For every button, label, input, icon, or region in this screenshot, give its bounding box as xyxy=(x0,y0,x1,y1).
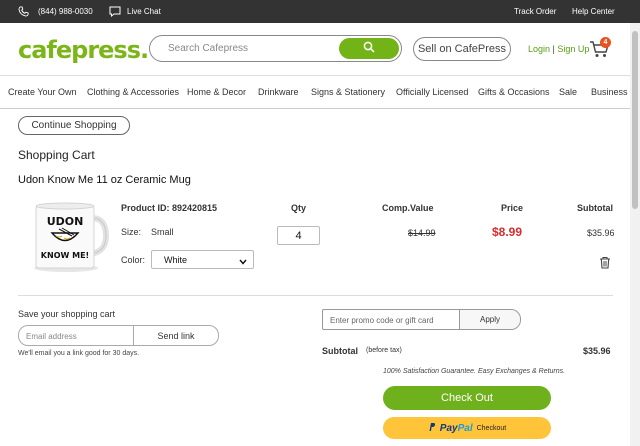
phone-number: (844) 988-0030 xyxy=(38,7,93,16)
item-price: $8.99 xyxy=(492,225,523,239)
link-separator: | xyxy=(552,44,555,54)
save-cart-note: We'll email you a link good for 30 days. xyxy=(18,350,140,357)
nav-item-gifts-occasions[interactable]: Gifts & Occasions xyxy=(478,87,550,97)
satisfaction-guarantee: 100% Satisfaction Guarantee. Easy Exchan… xyxy=(383,368,566,375)
live-chat-link[interactable]: Live Chat xyxy=(109,0,161,23)
color-select[interactable]: White xyxy=(151,250,254,269)
price-header: Price xyxy=(501,203,524,213)
cart-count-badge: 4 xyxy=(600,37,611,48)
subtotal-header: Subtotal xyxy=(577,203,613,213)
nav-item-sale[interactable]: Sale xyxy=(559,87,577,97)
page-scrollbar[interactable] xyxy=(630,23,640,446)
search-input[interactable]: Search Cafepress xyxy=(168,43,248,54)
mug-text-bottom: KNOW ME! xyxy=(41,251,89,260)
color-label: Color: xyxy=(121,255,146,265)
mug-text-top: UDON xyxy=(47,215,84,228)
comp-value: $14.99 xyxy=(408,228,436,238)
nav-item-clothing[interactable]: Clothing & Accessories xyxy=(87,87,179,97)
section-divider xyxy=(18,295,613,296)
size-value: Small xyxy=(151,227,174,237)
page-title: Shopping Cart xyxy=(18,148,95,162)
apply-promo-button[interactable]: Apply xyxy=(459,310,520,329)
phone-contact[interactable]: (844) 988-0030 xyxy=(18,0,93,23)
paypal-checkout-label: Checkout xyxy=(476,424,507,432)
continue-shopping-button[interactable]: Continue Shopping xyxy=(18,116,130,135)
paypal-checkout-button[interactable]: PayPal Checkout xyxy=(383,417,551,439)
nav-item-officially-licensed[interactable]: Officially Licensed xyxy=(396,87,468,97)
line-subtotal: $35.96 xyxy=(587,228,615,238)
live-chat-label: Live Chat xyxy=(127,7,161,16)
nav-item-signs-stationery[interactable]: Signs & Stationery xyxy=(311,87,385,97)
comp-value-header: Comp.Value xyxy=(382,203,434,213)
phone-icon xyxy=(18,6,29,17)
before-tax-label: (before tax) xyxy=(366,347,402,354)
help-center-link[interactable]: Help Center xyxy=(572,0,615,23)
top-bar: (844) 988-0030 Live Chat Track Order Hel… xyxy=(0,0,640,23)
chevron-down-icon xyxy=(239,257,247,267)
email-input[interactable]: Email address xyxy=(26,332,77,341)
product-id: Product ID: 892420815 xyxy=(121,203,218,213)
paypal-pay-text: Pay xyxy=(439,422,458,434)
trash-icon[interactable] xyxy=(599,256,611,274)
account-links: Login | Sign Up xyxy=(528,44,589,54)
search-button[interactable] xyxy=(339,38,399,59)
login-link[interactable]: Login xyxy=(528,44,550,54)
product-image[interactable]: UDON KNOW ME! xyxy=(28,198,112,276)
track-order-link[interactable]: Track Order xyxy=(514,0,556,23)
cafepress-logo[interactable]: cafepress. xyxy=(18,36,149,64)
category-nav: Create Your Own Clothing & Accessories H… xyxy=(0,75,630,109)
quantity-input[interactable]: 4 xyxy=(277,226,320,245)
logo-text: cafepress xyxy=(18,36,141,64)
paypal-logo: PayPal xyxy=(440,423,473,434)
nav-item-create-your-own[interactable]: Create Your Own xyxy=(8,87,77,97)
scrollbar-thumb[interactable] xyxy=(632,31,638,209)
product-name[interactable]: Udon Know Me 11 oz Ceramic Mug xyxy=(18,174,191,186)
color-selected-value: White xyxy=(164,255,188,265)
summary-subtotal-label: Subtotal xyxy=(322,346,358,356)
logo-dot: . xyxy=(140,36,149,64)
chat-icon xyxy=(109,6,121,17)
summary-subtotal: $35.96 xyxy=(583,346,611,356)
search-icon xyxy=(363,40,375,58)
save-cart-title: Save your shopping cart xyxy=(18,309,116,319)
promo-code-input[interactable]: Enter promo code or gift card xyxy=(330,316,434,325)
nav-item-drinkware[interactable]: Drinkware xyxy=(258,87,299,97)
qty-header: Qty xyxy=(291,203,307,213)
send-link-button[interactable]: Send link xyxy=(133,326,218,345)
nav-item-home-decor[interactable]: Home & Decor xyxy=(187,87,246,97)
sell-on-cafepress-button[interactable]: Sell on CafePress xyxy=(413,37,511,61)
signup-link[interactable]: Sign Up xyxy=(557,44,589,54)
save-cart-form: Email address Send link xyxy=(18,325,219,346)
checkout-button[interactable]: Check Out xyxy=(383,386,551,410)
search-bar: Search Cafepress xyxy=(149,35,402,62)
nav-item-business[interactable]: Business xyxy=(591,87,628,97)
paypal-icon xyxy=(428,422,436,434)
paypal-pal-text: Pal xyxy=(457,422,473,434)
size-label: Size: xyxy=(121,227,142,237)
promo-form: Enter promo code or gift card Apply xyxy=(322,309,521,330)
